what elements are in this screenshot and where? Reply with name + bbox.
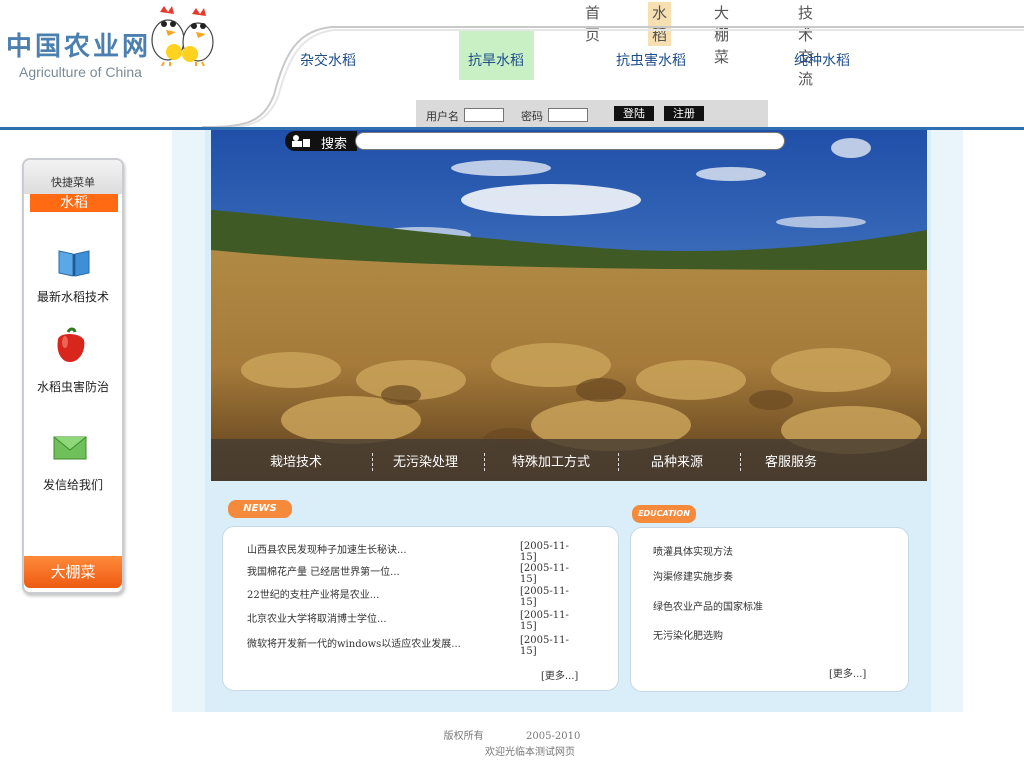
education-item[interactable]: 喷灌具体实现方法 [653,543,733,558]
pepper-icon[interactable] [50,326,90,366]
hero-menu-variety-source[interactable]: 品种来源 [651,451,703,470]
hero-menu-separator [740,453,742,471]
hero-menu-separator [618,453,620,471]
news-date: [2005-11-15] [520,541,569,563]
quick-menu-category[interactable]: 水稻 [30,194,118,212]
hero-menu-customer-service[interactable]: 客服服务 [765,451,817,470]
hero-wheat-field-image [211,130,927,481]
quick-menu-title: 快捷菜单 [51,176,95,189]
news-title[interactable]: 22世纪的支柱产业将是农业... [247,586,379,601]
news-date: [2005-11-15] [520,610,569,632]
password-label: 密码 [521,110,543,123]
search-person-icon [292,135,310,147]
hero-menu-separator [484,453,486,471]
password-input[interactable] [548,108,588,122]
hero-menu-pollution-free[interactable]: 无污染处理 [393,451,458,470]
subnav-kanghan[interactable]: 抗旱水稻 [468,50,524,70]
logo-subtitle: Agriculture of China [19,64,142,80]
education-more-link[interactable]: [更多...] [829,665,866,680]
menu-item-pest-control[interactable]: 水稻虫害防治 [24,378,122,395]
menu-item-contact[interactable]: 发信给我们 [24,476,122,493]
hero-menu-separator [372,453,374,471]
news-title[interactable]: 北京农业大学将取消博士学位... [247,610,387,625]
news-panel: 山西县农民发现种子加速生长秘诀... [2005-11-15] 我国棉花产量 已… [222,526,619,691]
search-label: 搜索 [321,137,348,152]
subnav-kangchonghai[interactable]: 抗虫害水稻 [616,50,686,70]
search-input[interactable] [355,132,785,150]
hero-menu-bar: 栽培技术 无污染处理 特殊加工方式 品种来源 客服服务 [211,439,927,481]
news-more-link[interactable]: [更多...] [541,667,578,682]
news-date: [2005-11-15] [520,635,569,657]
news-title[interactable]: 我国棉花产量 已经居世界第一位... [247,563,400,578]
footer-welcome: 欢迎光临本测试网页 [485,747,575,758]
search-bar: 搜索 [285,131,785,152]
news-title[interactable]: 山西县农民发现种子加速生长秘诀... [247,541,407,556]
menu-item-latest-tech[interactable]: 最新水稻技术 [24,288,122,305]
hero-menu-processing[interactable]: 特殊加工方式 [512,451,590,470]
news-tag: NEWS [228,500,292,518]
footer-years: 2005-2010 [526,731,581,742]
education-panel: 喷灌具体实现方法 沟渠修建实施步奏 绿色农业产品的国家标准 无污染化肥选购 [更… [630,527,909,692]
book-icon[interactable] [57,246,91,278]
education-item[interactable]: 沟渠修建实施步奏 [653,568,733,583]
quick-menu-header: 快捷菜单 [24,160,122,194]
footer-copyright: 版权所有 2005-2010 [0,727,1024,742]
subnav-zajiao[interactable]: 杂交水稻 [300,50,356,70]
register-button[interactable]: 注册 [664,106,704,121]
subnav-chunzhong[interactable]: 纯种水稻 [794,50,850,70]
news-date: [2005-11-15] [520,563,569,585]
news-date: [2005-11-15] [520,586,569,608]
education-tag: EDUCATION [632,505,696,523]
username-label: 用户名 [426,110,459,123]
education-item[interactable]: 绿色农业产品的国家标准 [653,598,763,613]
footer-copyright-label: 版权所有 [443,731,484,742]
envelope-icon[interactable] [52,434,88,462]
logo-text[interactable]: 中国农业网 [6,26,151,63]
username-input[interactable] [464,108,504,122]
login-button[interactable]: 登陆 [614,106,654,121]
news-title[interactable]: 微软将开发新一代的windows以适应农业发展... [247,635,461,650]
quick-menu: 快捷菜单 水稻 最新水稻技术 水稻虫害防治 发信给我们 大棚菜 [22,158,124,594]
login-bar: 用户名 密码 登陆 注册 [416,100,768,127]
quick-menu-dapengcai[interactable]: 大棚菜 [24,556,122,588]
education-item[interactable]: 无污染化肥选购 [653,627,723,642]
hero-menu-cultivation[interactable]: 栽培技术 [270,451,322,470]
